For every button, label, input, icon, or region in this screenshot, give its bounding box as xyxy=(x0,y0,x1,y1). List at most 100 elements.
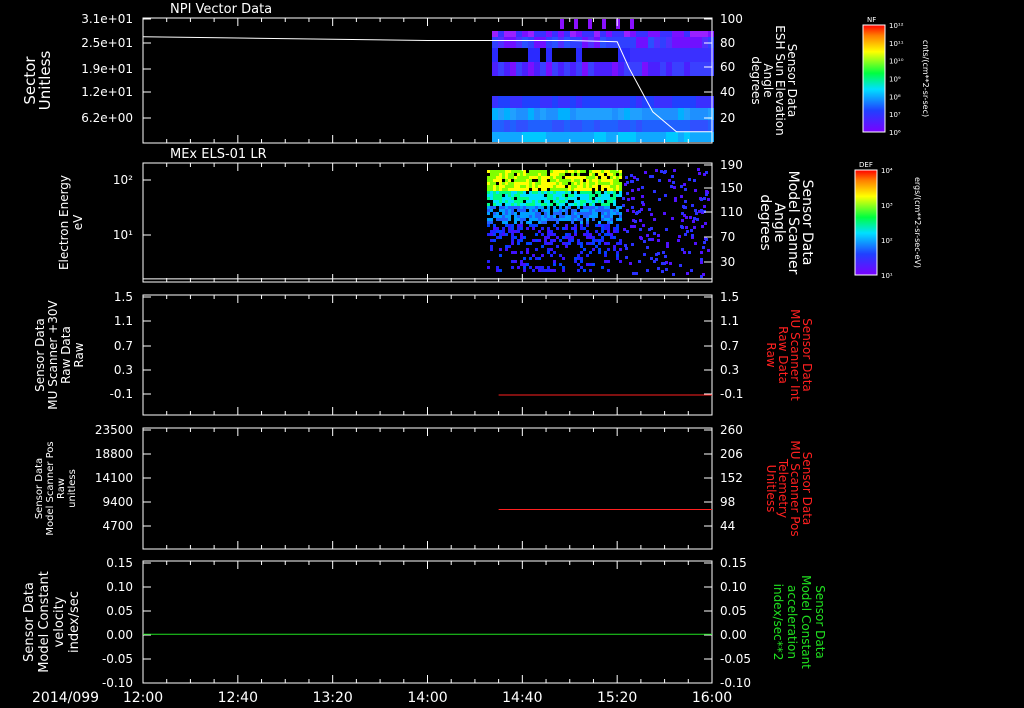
els-heat-cell xyxy=(526,182,529,185)
els-heat-cell xyxy=(589,263,592,266)
els-heat-cell xyxy=(529,197,532,200)
els-heat-cell xyxy=(702,273,705,276)
els-heat-cell xyxy=(553,173,556,176)
els-heat-cell xyxy=(577,206,580,209)
els-heat-cell xyxy=(571,236,574,239)
y2-tick-label: 0.00 xyxy=(720,628,747,642)
els-heat-cell xyxy=(616,218,619,221)
els-heat-cell xyxy=(493,191,496,194)
els-heat-cell xyxy=(490,209,493,212)
y-tick-label: 6.2e+00 xyxy=(81,111,133,125)
els-heat-cell xyxy=(601,185,604,188)
npi-heat-cell xyxy=(618,62,624,76)
els-heat-cell xyxy=(613,209,616,212)
els-heat-cell xyxy=(577,185,580,188)
els-heat-cell xyxy=(496,236,499,239)
colorbar-tick-label: 10¹¹ xyxy=(889,40,904,48)
els-heat-cell xyxy=(568,215,571,218)
els-heat-cell xyxy=(589,233,592,236)
els-heat-cell xyxy=(684,233,687,236)
els-heat-cell xyxy=(487,176,490,179)
panel-title: MEx ELS-01 LR xyxy=(170,147,267,162)
els-heat-cell xyxy=(577,257,580,260)
els-heat-cell xyxy=(703,205,706,208)
npi-heat-cell xyxy=(648,62,654,76)
y-tick-label: 0.05 xyxy=(106,604,133,618)
els-heat-cell xyxy=(571,194,574,197)
els-heat-cell xyxy=(595,239,598,242)
npi-heat-cell xyxy=(594,120,600,132)
els-heat-cell xyxy=(514,191,517,194)
left-axis-label: unitless xyxy=(67,469,78,508)
els-heat-cell xyxy=(693,217,696,220)
els-heat-cell xyxy=(496,215,499,218)
els-heat-cell xyxy=(595,170,598,173)
els-heat-cell xyxy=(535,176,538,179)
npi-heat-cell xyxy=(702,132,708,142)
els-heat-cell xyxy=(607,170,610,173)
els-heat-cell xyxy=(520,200,523,203)
els-heat-cell xyxy=(646,269,649,272)
els-heat-cell xyxy=(517,239,520,242)
els-heat-cell xyxy=(487,188,490,191)
npi-heat-cell xyxy=(588,108,594,120)
npi-heat-cell xyxy=(666,37,672,48)
els-heat-cell xyxy=(550,182,553,185)
els-heat-cell xyxy=(511,212,514,215)
els-heat-cell xyxy=(544,212,547,215)
els-heat-cell xyxy=(601,194,604,197)
els-heat-cell xyxy=(650,257,653,260)
els-heat-cell xyxy=(547,248,550,251)
npi-heat-cell xyxy=(654,31,660,37)
els-heat-cell xyxy=(526,221,529,224)
npi-heat-cell xyxy=(576,31,582,37)
els-heat-cell xyxy=(499,248,502,251)
els-heat-cell xyxy=(601,170,604,173)
els-heat-cell xyxy=(559,209,562,212)
els-heat-cell xyxy=(550,179,553,182)
els-heat-cell xyxy=(684,188,687,191)
npi-heat-cell xyxy=(606,48,612,62)
npi-heat-cell xyxy=(684,120,690,132)
els-heat-cell xyxy=(508,170,511,173)
els-heat-cell xyxy=(559,191,562,194)
els-heat-cell xyxy=(520,209,523,212)
npi-heat-cell xyxy=(600,37,606,48)
els-heat-cell xyxy=(592,182,595,185)
els-heat-cell xyxy=(493,233,496,236)
els-heat-cell xyxy=(565,206,568,209)
els-heat-cell xyxy=(511,200,514,203)
els-heat-cell xyxy=(532,170,535,173)
npi-heat-cell xyxy=(528,31,534,37)
left-axis-label: MU Scanner +30V xyxy=(46,300,60,410)
els-heat-cell xyxy=(613,245,616,248)
npi-heat-cell xyxy=(624,108,630,120)
npi-heat-cell xyxy=(678,96,684,108)
els-heat-cell xyxy=(633,176,636,179)
els-heat-cell xyxy=(629,262,632,265)
els-heat-cell xyxy=(610,182,613,185)
npi-heat-cell xyxy=(522,132,528,142)
els-heat-cell xyxy=(604,191,607,194)
els-heat-cell xyxy=(607,230,610,233)
els-heat-cell xyxy=(538,206,541,209)
els-heat-cell xyxy=(565,233,568,236)
npi-heat-cell xyxy=(510,31,516,37)
els-heat-cell xyxy=(580,260,583,263)
npi-heat-cell xyxy=(660,132,666,142)
els-heat-cell xyxy=(502,170,505,173)
els-heat-cell xyxy=(538,218,541,221)
npi-heat-cell xyxy=(540,37,546,48)
y-tick-label: 1.2e+01 xyxy=(81,85,133,99)
els-heat-cell xyxy=(627,198,630,201)
els-heat-cell xyxy=(499,188,502,191)
els-heat-cell xyxy=(657,267,660,270)
els-heat-cell xyxy=(544,236,547,239)
els-heat-cell xyxy=(490,248,493,251)
npi-heat-cell xyxy=(618,108,624,120)
els-heat-cell xyxy=(574,227,577,230)
els-heat-cell xyxy=(508,218,511,221)
npi-heat-cell xyxy=(672,132,678,142)
els-heat-cell xyxy=(535,194,538,197)
els-heat-cell xyxy=(683,183,686,186)
